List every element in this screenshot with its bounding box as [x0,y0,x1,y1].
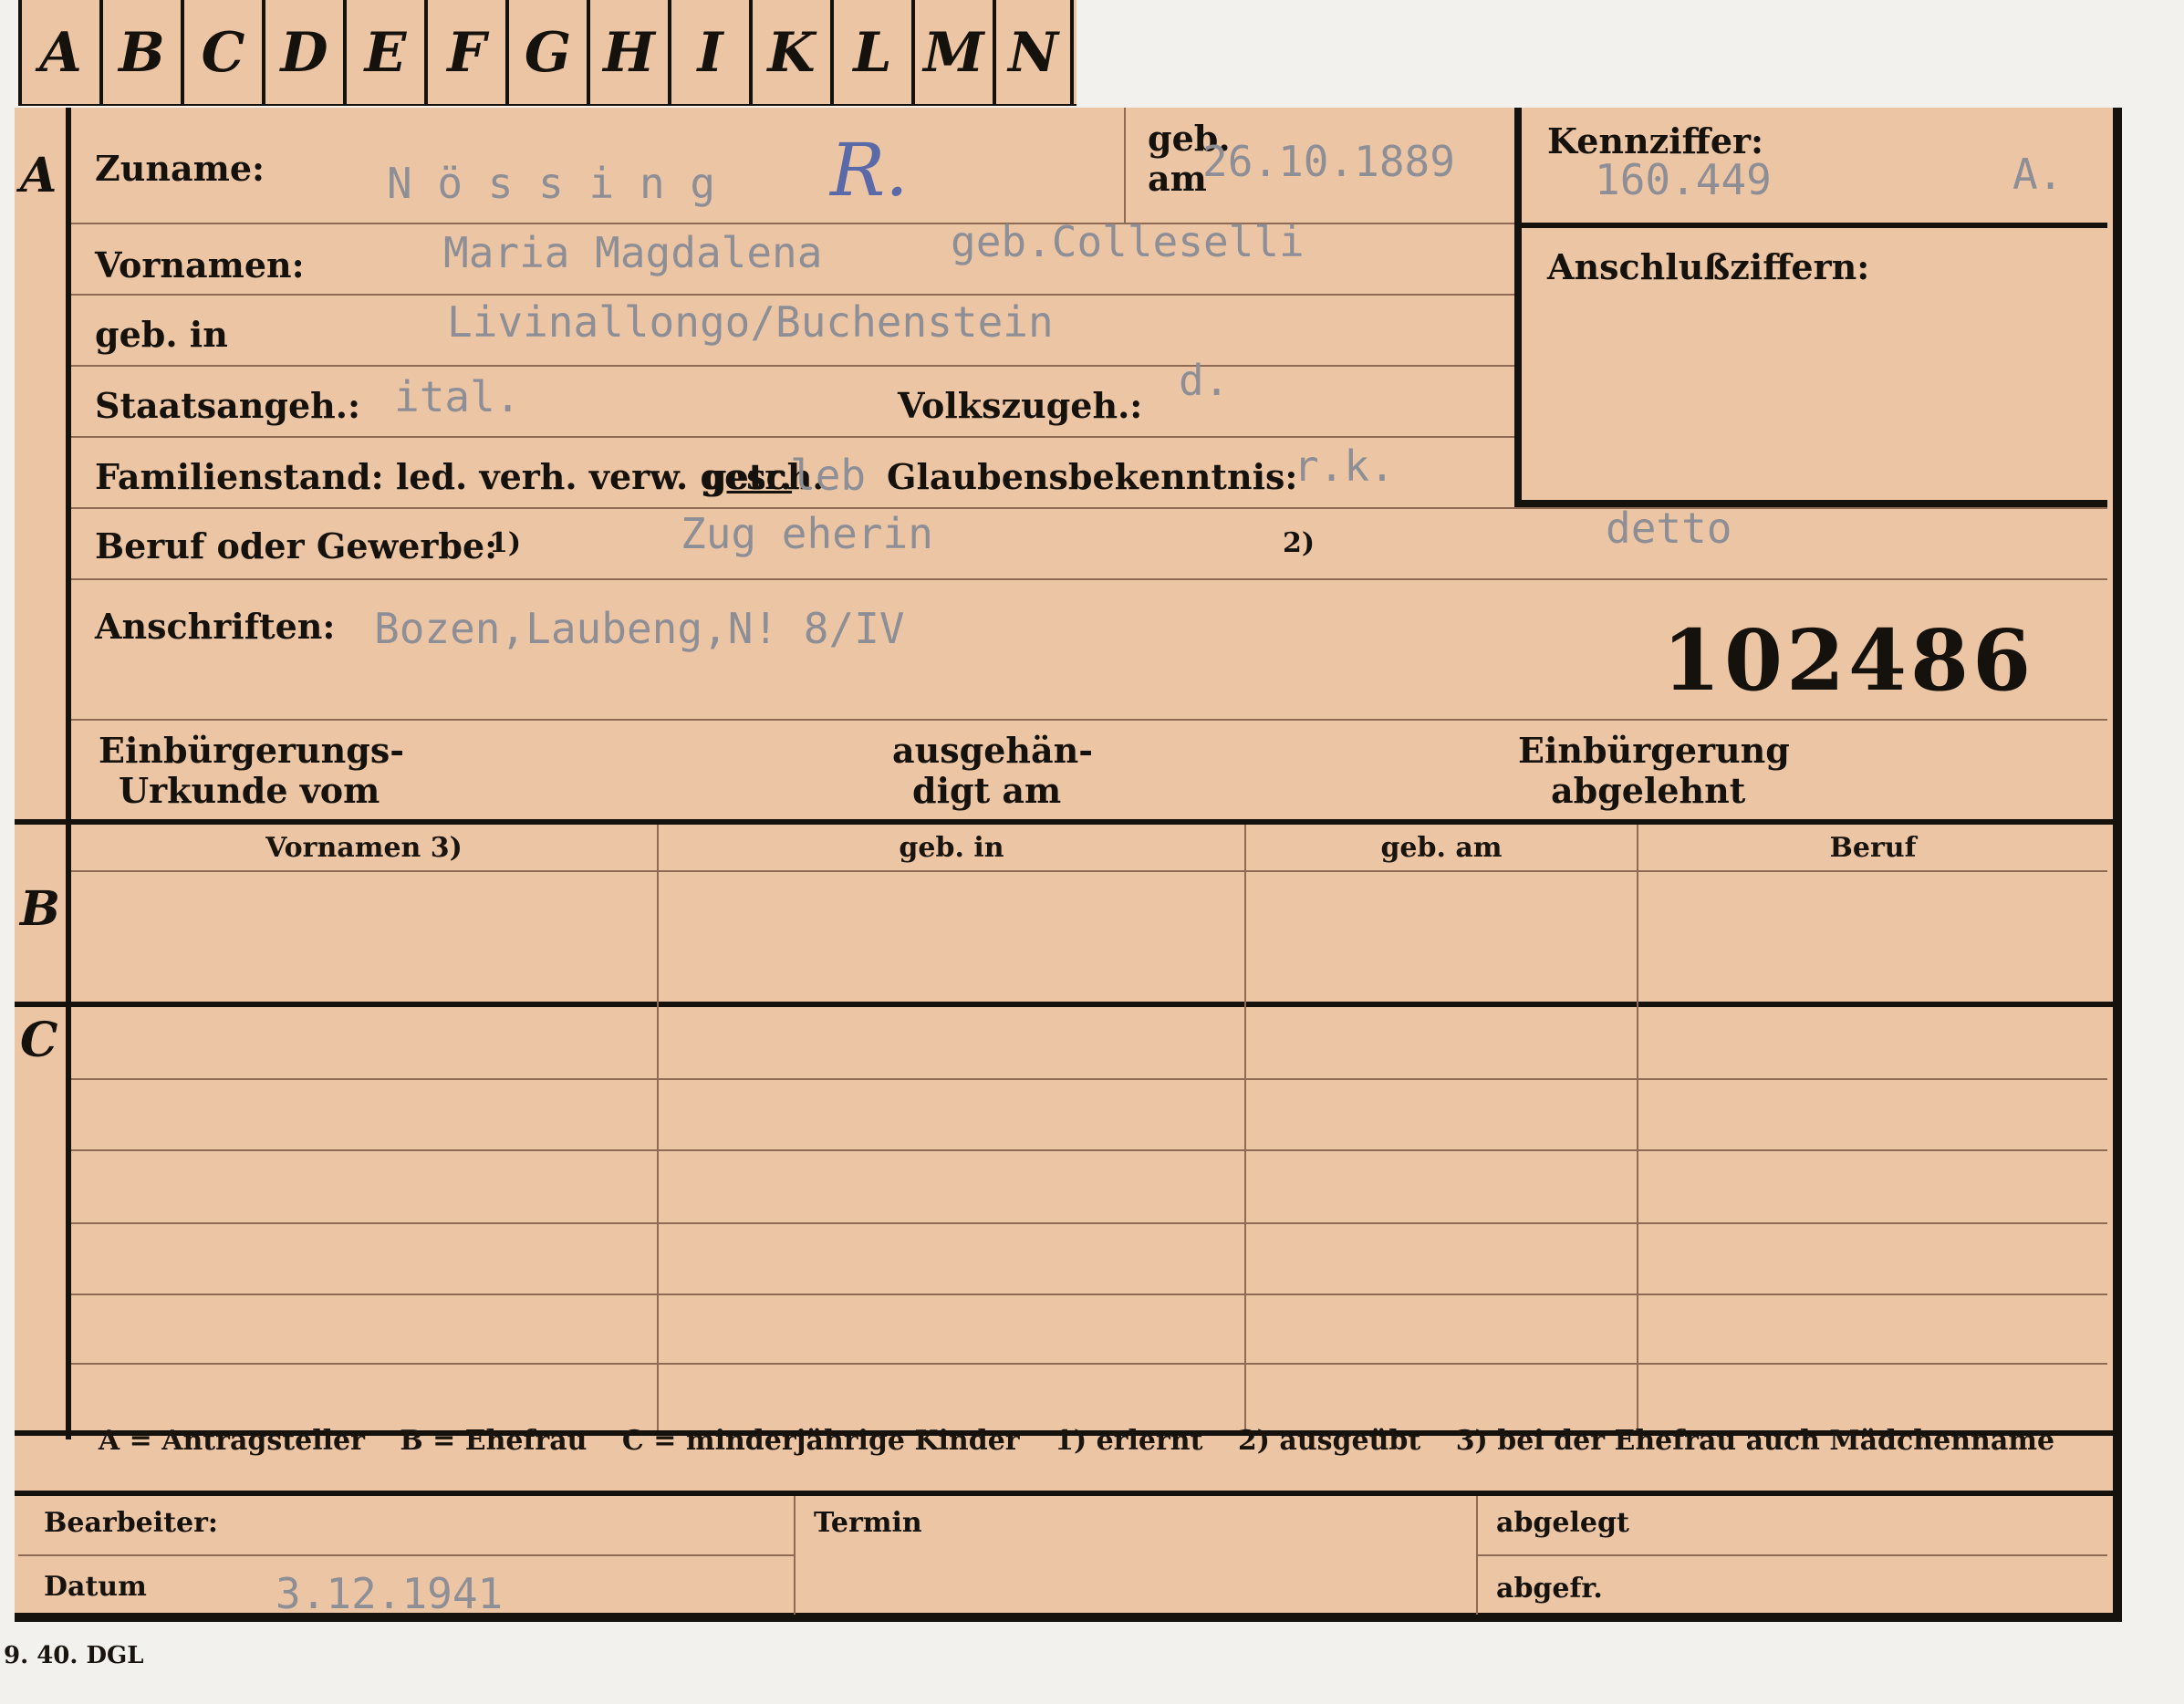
row-line [71,507,2107,509]
section-letter-c: C [20,1013,58,1068]
value-vornamen: Maria Magdalena [443,228,823,277]
table-header-geb-am: geb. am [1380,832,1503,864]
value-geb-am: 26.10.1889 [1202,137,1455,186]
label-abgefr: abgefr. [1496,1573,1603,1605]
label-geb-in: geb. in [95,314,228,355]
beruf-note-1: 1) [489,527,522,559]
col-line [657,825,659,1430]
label-termin: Termin [814,1507,922,1539]
value-kennziffer-suffix: A. [2012,150,2064,199]
legend: A = Antragsteller B = Ehefrau C = minder… [55,1425,2098,1457]
c-row-line [71,1294,2107,1295]
label-ausgehaendigt-1: ausgehän- [892,730,1094,771]
value-geb-name: geb.Colleselli [951,217,1305,266]
tab-letter: K [749,0,830,106]
tab-letter: B [99,0,181,106]
tab-letter: H [587,0,668,106]
tab-letter: A [18,0,99,106]
c-row-line [71,1149,2107,1151]
col-line [1637,825,1638,1430]
label-anschriften: Anschriften: [95,606,336,647]
table-header-geb-in: geb. in [899,832,1004,864]
value-geb-in: Livinallongo/Buchenstein [447,297,1054,347]
value-volkszugehoerigkeit: d. [1179,356,1230,405]
row-line [71,578,2107,580]
label-beruf: Beruf oder Gewerbe: [95,525,498,566]
label-volkszugehoerigkeit: Volkszugeh.: [898,385,1143,426]
row-line [71,719,2107,721]
value-glaubensbekenntnis: r.k. [1294,442,1395,491]
section-letter-a: A [20,148,57,203]
c-row-line [71,1078,2107,1080]
familienstand-getr-underlined: getr. [702,456,793,497]
footer-row-line [18,1554,794,1556]
tab-letter: F [424,0,505,106]
stamped-number: 102486 [1662,611,2035,710]
value-kennziffer: 160.449 [1595,155,1772,204]
footer-row-line [1476,1554,2107,1556]
left-vertical-rule [66,108,71,1439]
form-code: 9. 40. DGL [4,1642,144,1669]
rule-a-bottom [15,819,2113,825]
label-bearbeiter: Bearbeiter: [44,1507,218,1539]
value-beruf-2: detto [1606,504,1732,553]
tab-letter: N [993,0,1074,106]
label-zuname: Zuname: [95,148,265,189]
legend-item: 3) bei der Ehefrau auch Mädchenname [1455,1425,2055,1457]
kennziffer-box-left [1514,108,1522,509]
value-anschrift: Bozen,Laubeng,N! 8/IV [374,604,905,653]
table-header-vornamen: Vornamen 3) [265,832,463,864]
label-einbuergerungsurkunde-1: Einbürgerungs- [99,730,405,771]
label-ausgehaendigt-2: digt am [912,770,1062,811]
legend-item: B = Ehefrau [400,1425,588,1457]
label-anschlussziffern: Anschlußziffern: [1547,246,1870,287]
registration-card [15,108,2122,1622]
footer-col-line [794,1496,796,1615]
geb-am-divider [1124,108,1126,223]
value-beruf-1: Zug eherin [681,509,933,558]
stamp-mark: R. [830,128,909,213]
kennziffer-box-bottom [1514,500,2107,507]
label-datum: Datum [44,1571,147,1603]
col-line [1244,825,1246,1430]
c-row-line [71,1363,2107,1365]
section-letter-b: B [20,881,60,937]
value-staatsangehoerigkeit: ital. [394,372,521,421]
tab-letter: L [830,0,911,106]
label-einbuergerung-abgelehnt-1: Einbürgerung [1518,730,1790,771]
label-einbuergerung-abgelehnt-2: abgelehnt [1551,770,1746,811]
legend-item: 2) ausgeübt [1237,1425,1421,1457]
table-header-line [71,870,2107,872]
legend-item: C = minderjährige Kinder [621,1425,1020,1457]
tab-letter: G [505,0,587,106]
rule-legend-bottom [15,1491,2113,1496]
label-abgelegt: abgelegt [1496,1507,1629,1539]
tab-letter: M [911,0,993,106]
kennziffer-divider [1522,223,2107,228]
label-staatsangehoerigkeit: Staatsangeh.: [95,385,361,426]
tab-letter: D [262,0,343,106]
legend-item: 1) erlernt [1055,1425,1203,1457]
alphabet-tabs: A B C D E F G H I K L M N [18,0,1076,106]
table-header-beruf: Beruf [1829,832,1917,864]
value-zuname: N ö s s i n g [387,159,716,208]
label-glaubensbekenntnis: Glaubensbekenntnis: [887,456,1298,497]
tab-letter: C [181,0,262,106]
value-familienstand-extra: leb [790,451,867,500]
value-datum: 3.12.1941 [276,1569,504,1618]
tab-letter: E [343,0,424,106]
rule-b-bottom [15,1002,2113,1007]
tab-letter: I [668,0,749,106]
row-line [71,365,1514,367]
label-einbuergerungsurkunde-2: Urkunde vom [119,770,380,811]
legend-item: A = Antragsteller [98,1425,365,1457]
row-line [71,436,1514,438]
row-line [71,294,1514,296]
beruf-note-2: 2) [1283,527,1316,559]
label-vornamen: Vornamen: [95,244,305,286]
c-row-line [71,1222,2107,1224]
